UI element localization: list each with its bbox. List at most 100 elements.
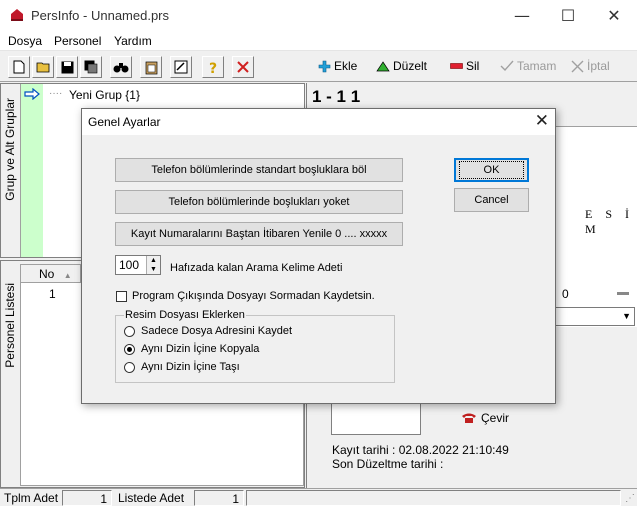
title-bar[interactable]: PersInfo - Unnamed.prs — ☐ ✕ (0, 0, 637, 31)
listed-count-label: Listede Adet (118, 491, 185, 505)
list-header-no[interactable]: No ▲ (21, 265, 81, 283)
collapse-handle[interactable] (617, 292, 629, 295)
close-x-icon (237, 61, 249, 73)
confirm-label: Tamam (517, 59, 557, 73)
plus-icon (318, 60, 331, 72)
radio-button[interactable] (124, 361, 135, 373)
spinner-arrows[interactable]: ▲ ▼ (146, 256, 160, 274)
checkbox-label: Program Çıkışında Dosyayı Sormadan Kayde… (132, 290, 375, 302)
toolbar: ? Ekle Düzelt Sil Tamam İptal (0, 52, 637, 82)
app-logo-icon (11, 9, 23, 21)
main-window: PersInfo - Unnamed.prs — ☐ ✕ Dosya Perso… (0, 0, 637, 506)
tree-connector: ···· (49, 88, 63, 99)
open-folder-icon (36, 62, 49, 73)
delete-label: Sil (466, 59, 480, 73)
tree-node-yeni-grup[interactable]: Yeni Grup {1} (69, 88, 140, 102)
radio-button[interactable] (124, 343, 135, 355)
confirm-button[interactable]: Tamam (500, 59, 556, 73)
spin-up-icon[interactable]: ▲ (147, 256, 160, 265)
paste-button[interactable] (140, 56, 162, 78)
menu-yardim[interactable]: Yardım (114, 34, 152, 48)
radio-label: Sadece Dosya Adresini Kaydet (141, 325, 293, 337)
add-button[interactable]: Ekle (318, 59, 357, 73)
dialog-title-bar[interactable]: Genel Ayarlar ✕ (82, 109, 555, 135)
remove-spaces-button[interactable]: Telefon bölümlerinde boşlukları yoket (115, 190, 403, 214)
cancel-edit-label: İptal (587, 59, 610, 73)
new-file-icon (13, 60, 25, 74)
dialog-close-icon[interactable]: ✕ (535, 111, 549, 131)
save-on-exit-checkbox[interactable]: Program Çıkışında Dosyayı Sormadan Kayde… (116, 290, 375, 302)
search-button[interactable] (110, 56, 132, 78)
list-header-label: No (39, 267, 55, 281)
dial-label: Çevir (481, 411, 510, 425)
radio-save-path[interactable]: Sadece Dosya Adresini Kaydet (124, 325, 292, 337)
preview-icon (174, 60, 188, 74)
telephone-icon (462, 413, 476, 423)
radio-button[interactable] (124, 325, 135, 337)
minus-icon (450, 63, 463, 69)
delete-button[interactable]: Sil (450, 59, 479, 73)
spinner-value: 100 (119, 258, 140, 272)
search-count-spinner[interactable]: 100 ▲ ▼ (115, 255, 161, 275)
ok-label: OK (458, 161, 525, 179)
save-as-button[interactable] (80, 56, 102, 78)
svg-text:?: ? (209, 61, 217, 75)
pointing-hand-icon (24, 88, 40, 100)
help-button[interactable]: ? (202, 56, 224, 78)
record-zero-value: 0 (562, 287, 569, 301)
menu-dosya[interactable]: Dosya (8, 34, 42, 48)
chevron-down-icon: ▼ (622, 311, 631, 321)
registration-date: Kayıt tarihi : 02.08.2022 21:10:49 (332, 443, 509, 457)
binoculars-icon (113, 63, 129, 73)
triangle-up-icon (376, 60, 390, 71)
check-icon (500, 60, 514, 72)
record-number: 1 - 1 1 (312, 87, 361, 106)
tree-gutter (21, 84, 43, 257)
personnel-panel-label: Personel Listesi (3, 283, 17, 368)
radio-copy[interactable]: Aynı Dizin İçine Kopyala (124, 343, 259, 355)
save-button[interactable] (56, 56, 78, 78)
cancel-x-icon (571, 60, 584, 72)
menu-bar: Dosya Personel Yardım (0, 31, 637, 51)
preview-button[interactable] (170, 56, 192, 78)
radio-label: Aynı Dizin İçine Kopyala (141, 343, 260, 355)
last-edit-date: Son Düzeltme tarihi : (332, 457, 444, 471)
status-empty-panel (246, 490, 621, 506)
menu-personel[interactable]: Personel (54, 34, 101, 48)
exit-button[interactable] (232, 56, 254, 78)
window-title: PersInfo - Unnamed.prs (31, 8, 170, 23)
image-file-group: Resim Dosyası Eklerken Sadece Dosya Adre… (115, 309, 395, 383)
ok-button[interactable]: OK (454, 158, 529, 182)
help-icon: ? (209, 61, 217, 75)
split-phone-button[interactable]: Telefon bölümlerinde standart boşluklara… (115, 158, 403, 182)
save-icon (61, 61, 73, 73)
dialog-title: Genel Ayarlar (88, 115, 161, 129)
renumber-button[interactable]: Kayıt Numaralarını Baştan İtibaren Yenil… (115, 222, 403, 246)
edit-button[interactable]: Düzelt (376, 59, 427, 73)
open-folder-button[interactable] (32, 56, 54, 78)
record-dropdown[interactable]: ▼ (555, 307, 635, 326)
group-panel-label: Grup ve Alt Gruplar (3, 98, 17, 201)
total-count-value: 1 (62, 490, 112, 506)
listed-count-value: 1 (194, 490, 244, 506)
general-settings-dialog: Genel Ayarlar ✕ Telefon bölümlerinde sta… (81, 108, 556, 404)
list-item[interactable]: 1 (49, 287, 56, 301)
maximize-button[interactable]: ☐ (545, 0, 591, 31)
add-label: Ekle (334, 59, 358, 73)
sort-triangle-icon: ▲ (63, 271, 72, 280)
record-name-text: E S İ M (585, 207, 634, 236)
edit-label: Düzelt (393, 59, 428, 73)
minimize-button[interactable]: — (499, 0, 545, 31)
spin-down-icon[interactable]: ▼ (147, 265, 160, 274)
close-button[interactable]: ✕ (591, 0, 637, 31)
radio-label: Aynı Dizin İçine Taşı (141, 361, 240, 373)
group-title: Resim Dosyası Eklerken (124, 309, 246, 321)
cancel-edit-button[interactable]: İptal (571, 59, 610, 73)
cancel-button[interactable]: Cancel (454, 188, 529, 212)
checkbox-box[interactable] (116, 290, 127, 302)
radio-move[interactable]: Aynı Dizin İçine Taşı (124, 361, 240, 373)
resize-grip-icon[interactable]: ⋰ (625, 493, 635, 504)
new-file-button[interactable] (8, 56, 30, 78)
dial-button[interactable]: Çevir (461, 411, 509, 425)
status-bar: Tplm Adet 1 Listede Adet 1 ⋰ (0, 488, 637, 506)
